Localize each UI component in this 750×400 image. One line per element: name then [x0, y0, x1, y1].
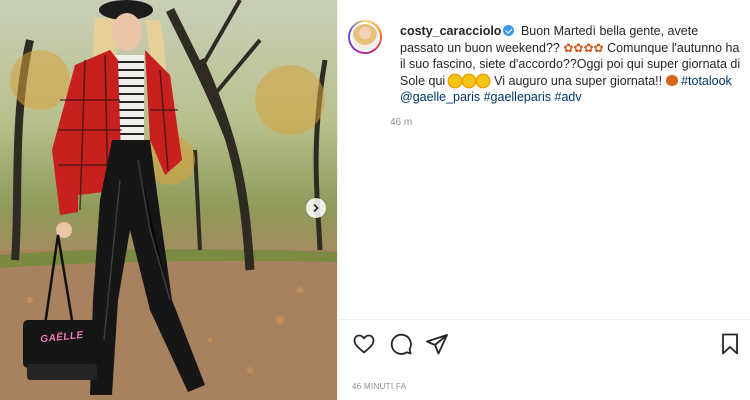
comment-button[interactable] [389, 332, 413, 356]
chestnut-emoji [665, 74, 678, 86]
caption-text: costy_caracciolo Buon Martedì bella gent… [400, 23, 745, 106]
next-photo-button[interactable] [306, 198, 326, 218]
post-details-panel: costy_caracciolo Buon Martedì bella gent… [337, 0, 750, 400]
comment-icon [390, 333, 412, 355]
hashtag-adv[interactable]: #adv [555, 90, 582, 104]
share-button[interactable] [425, 332, 449, 356]
sun-emoji [448, 74, 461, 87]
verified-badge-icon [503, 25, 515, 36]
divider [338, 319, 750, 320]
username-link[interactable]: costy_caracciolo [400, 24, 501, 38]
hashtag-totalook[interactable]: #totalook [681, 74, 732, 88]
action-bar [352, 332, 742, 358]
maple-leaf-emoji: ✿ [593, 40, 604, 55]
sun-emoji [476, 74, 489, 87]
maple-leaf-emoji: ✿ [563, 40, 574, 55]
save-button[interactable] [718, 332, 742, 356]
maple-leaf-emoji: ✿ [573, 40, 584, 55]
caption-line-3: Vi auguro una super giornata!! [494, 73, 663, 88]
post-timestamp[interactable]: 46 MINUTI FA [352, 382, 406, 391]
avatar[interactable] [348, 20, 382, 54]
post-photo[interactable]: GAËLLE [0, 0, 337, 400]
maple-leaf-emoji: ✿ [583, 40, 594, 55]
paper-plane-icon [426, 334, 448, 355]
heart-icon [353, 334, 375, 354]
hashtag-gaelleparis[interactable]: #gaelleparis [484, 90, 551, 104]
like-button[interactable] [352, 332, 376, 356]
bookmark-icon [722, 333, 738, 355]
sun-emoji [462, 74, 475, 87]
chevron-right-icon [313, 203, 319, 213]
mention-gaelle-paris[interactable]: @gaelle_paris [400, 90, 480, 104]
comment-timestamp: 46 m [390, 117, 413, 128]
